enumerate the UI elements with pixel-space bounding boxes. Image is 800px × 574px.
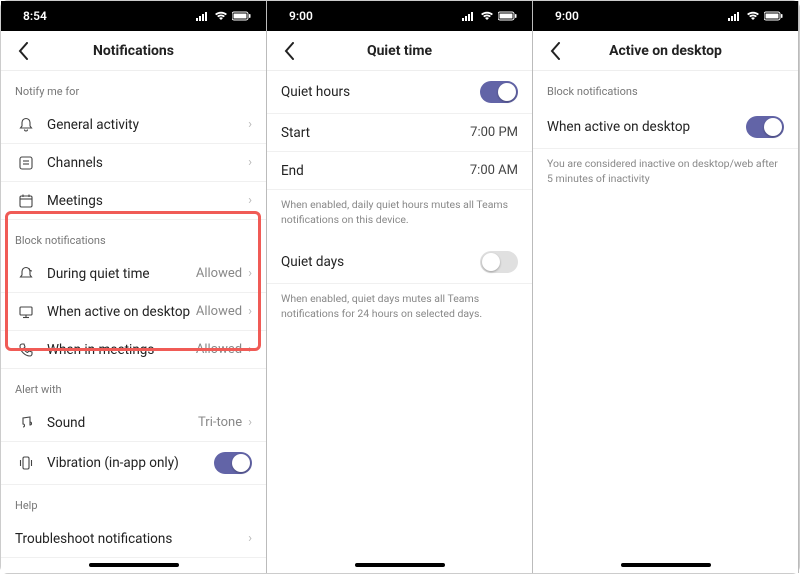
quiet-bell-icon xyxy=(15,266,37,282)
page-title: Active on desktop xyxy=(609,43,722,59)
chevron-right-icon: › xyxy=(248,304,252,319)
back-button[interactable] xyxy=(277,39,301,63)
quiet-hours-note: When enabled, daily quiet hours mutes al… xyxy=(267,190,532,241)
quiet-days-note: When enabled, quiet days mutes all Teams… xyxy=(267,284,532,335)
section-alert: Alert with xyxy=(1,369,266,404)
status-icons xyxy=(462,11,518,21)
music-icon xyxy=(15,415,37,431)
chevron-right-icon: › xyxy=(248,155,252,170)
status-bar: 9:00 xyxy=(533,1,798,31)
channels-icon xyxy=(15,155,37,171)
row-label: Quiet hours xyxy=(281,84,480,100)
row-label: When active on desktop xyxy=(47,304,196,320)
row-quiet-days: Quiet days xyxy=(267,241,532,284)
quiet-days-toggle[interactable] xyxy=(480,251,518,273)
row-label: When active on desktop xyxy=(547,119,746,135)
home-indicator[interactable] xyxy=(89,563,179,567)
row-active-desktop: When active on desktop xyxy=(533,106,798,149)
row-in-meetings[interactable]: When in meetings Allowed › xyxy=(1,331,266,369)
row-value: Tri-tone xyxy=(198,415,242,430)
status-icons xyxy=(196,11,252,21)
calendar-icon xyxy=(15,193,37,209)
row-label: Quiet days xyxy=(281,254,480,270)
row-label: End xyxy=(281,163,470,179)
section-help: Help xyxy=(1,485,266,520)
row-troubleshoot[interactable]: Troubleshoot notifications › xyxy=(1,520,266,558)
status-time: 8:54 xyxy=(23,9,47,23)
row-label: Vibration (in-app only) xyxy=(47,455,214,471)
status-time: 9:00 xyxy=(289,9,313,23)
row-quiet-hours: Quiet hours xyxy=(267,71,532,114)
quiet-hours-toggle[interactable] xyxy=(480,81,518,103)
row-value: Allowed xyxy=(196,266,242,281)
status-icons xyxy=(728,11,784,21)
status-bar: 9:00 xyxy=(267,1,532,31)
bell-icon xyxy=(15,117,37,133)
row-label: Start xyxy=(281,125,470,141)
status-bar: 8:54 xyxy=(1,1,266,31)
row-vibration: Vibration (in-app only) xyxy=(1,442,266,485)
desktop-icon xyxy=(15,304,37,320)
navbar: Notifications xyxy=(1,31,266,71)
status-time: 9:00 xyxy=(555,9,579,23)
section-notify-me: Notify me for xyxy=(1,71,266,106)
row-channels[interactable]: Channels › xyxy=(1,144,266,182)
active-desktop-note: You are considered inactive on desktop/w… xyxy=(533,149,798,200)
row-general-activity[interactable]: General activity › xyxy=(1,106,266,144)
row-value: 7:00 PM xyxy=(470,125,518,140)
row-label: Channels xyxy=(47,155,248,171)
phone-quiet-time: 9:00 Quiet time Quiet hours Start 7:00 P… xyxy=(267,1,533,573)
chevron-right-icon: › xyxy=(248,342,252,357)
row-label: Sound xyxy=(47,415,198,431)
row-value: Allowed xyxy=(196,304,242,319)
section-block: Block notifications xyxy=(1,220,266,255)
row-label: Meetings xyxy=(47,193,248,209)
chevron-right-icon: › xyxy=(248,531,252,546)
navbar: Quiet time xyxy=(267,31,532,71)
home-indicator[interactable] xyxy=(621,563,711,567)
navbar: Active on desktop xyxy=(533,31,798,71)
row-meetings[interactable]: Meetings › xyxy=(1,182,266,220)
row-value: Allowed xyxy=(196,342,242,357)
row-label: When in meetings xyxy=(47,342,196,358)
chevron-right-icon: › xyxy=(248,117,252,132)
chevron-right-icon: › xyxy=(248,415,252,430)
page-title: Quiet time xyxy=(367,43,432,59)
row-sound[interactable]: Sound Tri-tone › xyxy=(1,404,266,442)
active-desktop-toggle[interactable] xyxy=(746,116,784,138)
vibration-icon xyxy=(15,455,37,471)
back-button[interactable] xyxy=(543,39,567,63)
row-label: General activity xyxy=(47,117,248,133)
row-end[interactable]: End 7:00 AM xyxy=(267,152,532,190)
row-active-desktop[interactable]: When active on desktop Allowed › xyxy=(1,293,266,331)
back-button[interactable] xyxy=(11,39,35,63)
row-start[interactable]: Start 7:00 PM xyxy=(267,114,532,152)
home-indicator[interactable] xyxy=(355,563,445,567)
row-label: During quiet time xyxy=(47,266,196,282)
phone-notifications: 8:54 Notifications Notify me for General… xyxy=(1,1,267,573)
row-quiet-time[interactable]: During quiet time Allowed › xyxy=(1,255,266,293)
chevron-right-icon: › xyxy=(248,266,252,281)
section-block: Block notifications xyxy=(533,71,798,106)
row-value: 7:00 AM xyxy=(470,163,518,178)
chevron-right-icon: › xyxy=(248,193,252,208)
row-label: Troubleshoot notifications xyxy=(15,531,248,547)
page-title: Notifications xyxy=(93,43,174,59)
phone-icon xyxy=(15,342,37,358)
vibration-toggle[interactable] xyxy=(214,452,252,474)
phone-active-desktop: 9:00 Active on desktop Block notificatio… xyxy=(533,1,799,573)
